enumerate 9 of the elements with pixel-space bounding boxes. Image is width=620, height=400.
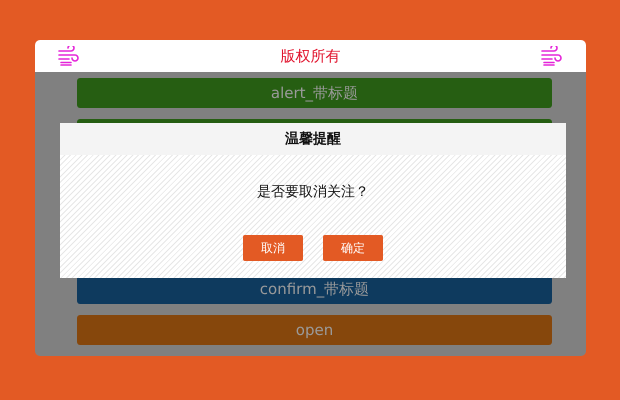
action-button[interactable]: open [77,315,552,345]
dialog-title: 温馨提醒 [60,123,566,155]
dialog-button[interactable]: 确定 [323,235,383,261]
wind-icon[interactable] [540,46,564,66]
dialog-button[interactable]: 取消 [243,235,303,261]
header-title: 版权所有 [280,46,340,66]
wind-icon[interactable] [57,46,81,66]
dialog-message: 是否要取消关注？ [257,183,369,201]
action-button[interactable]: alert_带标题 [77,78,552,108]
